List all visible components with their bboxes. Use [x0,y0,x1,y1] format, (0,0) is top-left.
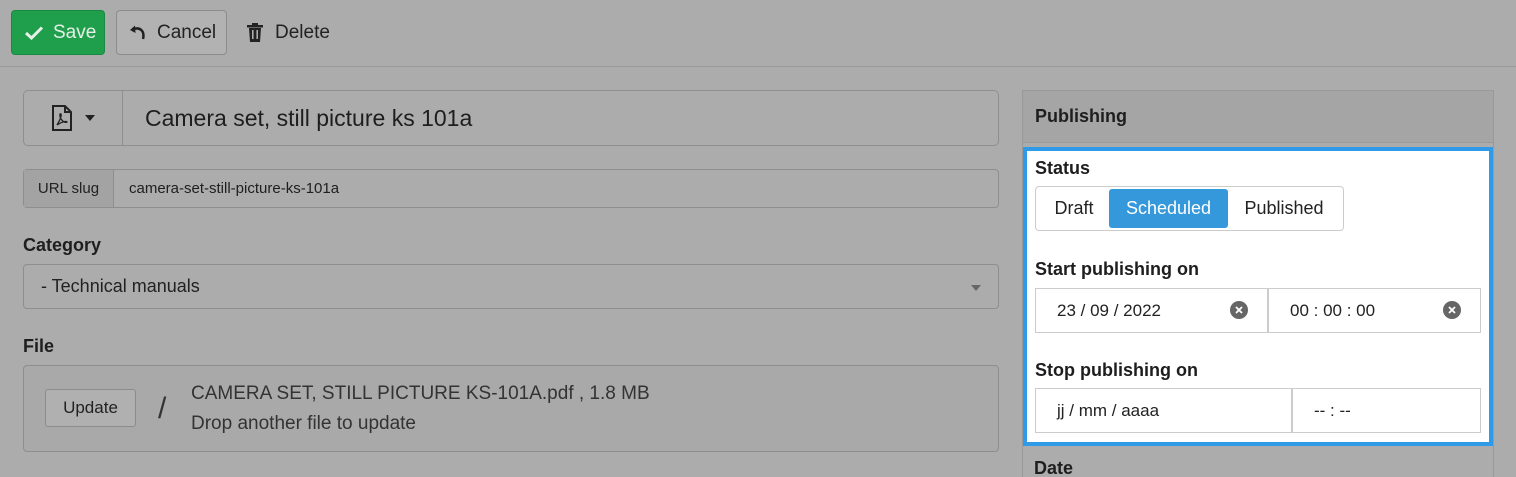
pdf-file-icon [52,105,72,131]
category-value: - Technical manuals [41,276,200,296]
stop-publishing-label: Stop publishing on [1035,360,1198,380]
publishing-header: Publishing [1023,91,1493,143]
clear-icon[interactable] [1443,301,1461,319]
undo-icon [130,25,145,39]
start-date-value: 23 / 09 / 2022 [1057,300,1161,320]
title-input[interactable]: Camera set, still picture ks 101a [123,91,998,145]
url-slug-label: URL slug [24,170,114,207]
file-name: CAMERA SET, STILL PICTURE KS-101A.pdf , … [191,383,650,404]
status-draft-button[interactable]: Draft [1039,189,1109,228]
stop-date-input[interactable]: jj / mm / aaaa [1035,388,1292,433]
save-label: Save [53,21,97,43]
start-time-value: 00 : 00 : 00 [1290,300,1376,320]
url-slug-input[interactable]: camera-set-still-picture-ks-101a [114,170,998,207]
chevron-down-icon [971,285,981,291]
start-publishing-label: Start publishing on [1035,259,1199,279]
cancel-button[interactable]: Cancel [116,10,227,55]
document-type-dropdown[interactable] [24,91,123,145]
save-button[interactable]: Save [11,10,105,55]
file-dropzone[interactable]: Update / CAMERA SET, STILL PICTURE KS-10… [23,365,999,452]
stop-time-placeholder: -- : -- [1314,400,1351,420]
start-time-input[interactable]: 00 : 00 : 00 [1268,288,1481,333]
delete-label: Delete [275,21,330,43]
category-label: Category [23,235,102,255]
update-file-button[interactable]: Update [45,389,136,427]
stop-datetime-row: jj / mm / aaaa -- : -- [1035,388,1481,433]
trash-icon [247,23,263,42]
delete-button[interactable]: Delete [247,10,357,55]
cancel-label: Cancel [157,21,217,43]
chevron-down-icon [85,115,95,121]
status-scheduled-button[interactable]: Scheduled [1109,189,1228,228]
url-slug-group: URL slug camera-set-still-picture-ks-101… [23,169,999,208]
clear-icon[interactable] [1230,301,1248,319]
start-date-input[interactable]: 23 / 09 / 2022 [1035,288,1268,333]
stop-time-input[interactable]: -- : -- [1292,388,1481,433]
status-label: Status [1035,158,1091,178]
title-group: Camera set, still picture ks 101a [23,90,999,146]
status-published-button[interactable]: Published [1228,189,1340,228]
category-select[interactable]: - Technical manuals [23,264,999,309]
drop-hint: Drop another file to update [191,413,416,434]
toolbar: Save Cancel Delete [0,0,1516,67]
publishing-settings: Status Draft Scheduled Published Start p… [1023,147,1493,446]
status-toggle: Draft Scheduled Published [1035,186,1344,231]
check-icon [25,25,43,40]
date-label: Date [1034,458,1074,477]
stop-date-placeholder: jj / mm / aaaa [1057,400,1160,420]
file-label: File [23,336,55,356]
separator: / [158,392,167,425]
start-datetime-row: 23 / 09 / 2022 00 : 00 : 00 [1035,288,1481,333]
